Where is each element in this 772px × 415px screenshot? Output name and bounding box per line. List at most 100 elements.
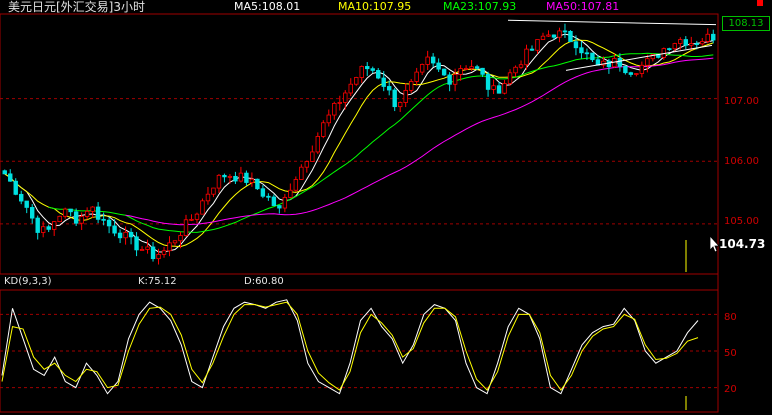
candle-body xyxy=(178,235,183,242)
d-line xyxy=(1,301,699,391)
candle-body xyxy=(485,73,491,90)
candle-body xyxy=(683,39,688,46)
candle-body xyxy=(51,221,57,230)
candle-body xyxy=(711,33,716,41)
kd-tick-label: 50 xyxy=(724,348,737,359)
candle-body xyxy=(623,65,628,74)
candle-body xyxy=(194,213,200,220)
candle-body xyxy=(90,206,95,212)
candle-body xyxy=(24,200,29,208)
candle-body xyxy=(134,236,139,251)
price-panel-frame xyxy=(0,13,719,275)
candle-body xyxy=(348,83,353,94)
candle-body xyxy=(458,68,463,75)
candle-body xyxy=(524,48,529,66)
candle-body xyxy=(183,219,189,236)
candle-body xyxy=(408,81,414,91)
chart-title: 美元日元[外汇交易]3小时 xyxy=(8,0,145,14)
candle-body xyxy=(469,66,474,69)
candle-body xyxy=(8,173,13,182)
candle-body xyxy=(359,66,364,78)
candle-body xyxy=(667,48,672,50)
candle-body xyxy=(584,52,590,55)
kd-title: KD(9,3,3) xyxy=(4,276,52,287)
candle-body xyxy=(227,175,233,178)
candle-body xyxy=(326,114,331,124)
candle-body xyxy=(277,205,282,209)
chart-canvas: 105.00 106.00 107.00 20 50 80 xyxy=(0,13,759,413)
kd-tick-label: 20 xyxy=(724,384,737,395)
candle-body xyxy=(381,77,386,87)
candle-body xyxy=(496,85,502,94)
candle-body xyxy=(271,196,277,206)
candle-body xyxy=(628,72,634,75)
candle-body xyxy=(13,180,18,195)
candle-body xyxy=(145,246,150,250)
candle-body xyxy=(293,179,299,191)
candle-body xyxy=(211,187,216,195)
candle-body xyxy=(705,33,710,42)
ma50-line xyxy=(125,57,714,226)
price-tick-label: 107.00 xyxy=(724,96,759,107)
candle-body xyxy=(40,226,46,233)
kd-lines xyxy=(1,299,699,395)
candle-body xyxy=(200,200,205,215)
candle-body xyxy=(238,172,244,182)
candle-body xyxy=(150,246,156,260)
candle-body xyxy=(606,60,612,68)
candle-body xyxy=(430,56,436,64)
candle-body xyxy=(507,72,513,84)
candle-body xyxy=(266,195,271,198)
k-value-label: K:75.12 xyxy=(138,276,177,287)
candle-body xyxy=(639,64,645,74)
candle-body xyxy=(106,219,112,227)
candle-body xyxy=(35,217,40,233)
candle-body xyxy=(332,103,337,116)
candle-body xyxy=(244,172,249,183)
candle-body xyxy=(480,67,485,75)
candle-body xyxy=(397,102,403,108)
candle-body xyxy=(419,64,425,73)
candle-body xyxy=(700,41,705,45)
candle-body xyxy=(95,206,101,220)
candle-body xyxy=(19,193,24,202)
candle-body xyxy=(161,250,167,255)
candle-body xyxy=(260,188,266,197)
candle-body xyxy=(447,74,452,85)
candle-body xyxy=(101,218,106,221)
candle-body xyxy=(321,122,326,137)
candle-body xyxy=(678,39,683,44)
candle-body xyxy=(189,218,194,221)
candlesticks xyxy=(2,23,716,265)
k-line xyxy=(1,299,699,395)
candle-body xyxy=(672,43,678,50)
price-tick-label: 106.00 xyxy=(724,156,759,167)
candle-body xyxy=(645,58,650,66)
candle-body xyxy=(62,208,68,217)
ma23-label: MA23:107.93 xyxy=(443,0,517,13)
grid-lines xyxy=(0,98,718,389)
candle-body xyxy=(370,68,375,71)
candle-body xyxy=(694,43,699,45)
last-price-box: 108.13 xyxy=(722,16,770,31)
candle-body xyxy=(590,52,595,61)
d-value-label: D:60.80 xyxy=(244,276,284,287)
window-corner-marker xyxy=(757,0,763,6)
candle-body xyxy=(403,89,408,103)
candle-body xyxy=(392,89,397,108)
price-tick-label: 105.00 xyxy=(724,216,759,227)
candle-body xyxy=(573,41,579,49)
candle-body xyxy=(579,47,584,54)
candle-body xyxy=(634,73,639,75)
candle-body xyxy=(57,215,62,223)
candle-body xyxy=(376,70,381,79)
candle-body xyxy=(343,92,348,103)
candle-body xyxy=(540,35,546,40)
candle-body xyxy=(128,231,134,238)
candle-body xyxy=(551,34,557,38)
candle-body xyxy=(249,178,255,183)
candle-body xyxy=(568,30,573,43)
candle-body xyxy=(491,85,496,90)
candle-body xyxy=(414,71,419,82)
candle-body xyxy=(441,68,447,76)
